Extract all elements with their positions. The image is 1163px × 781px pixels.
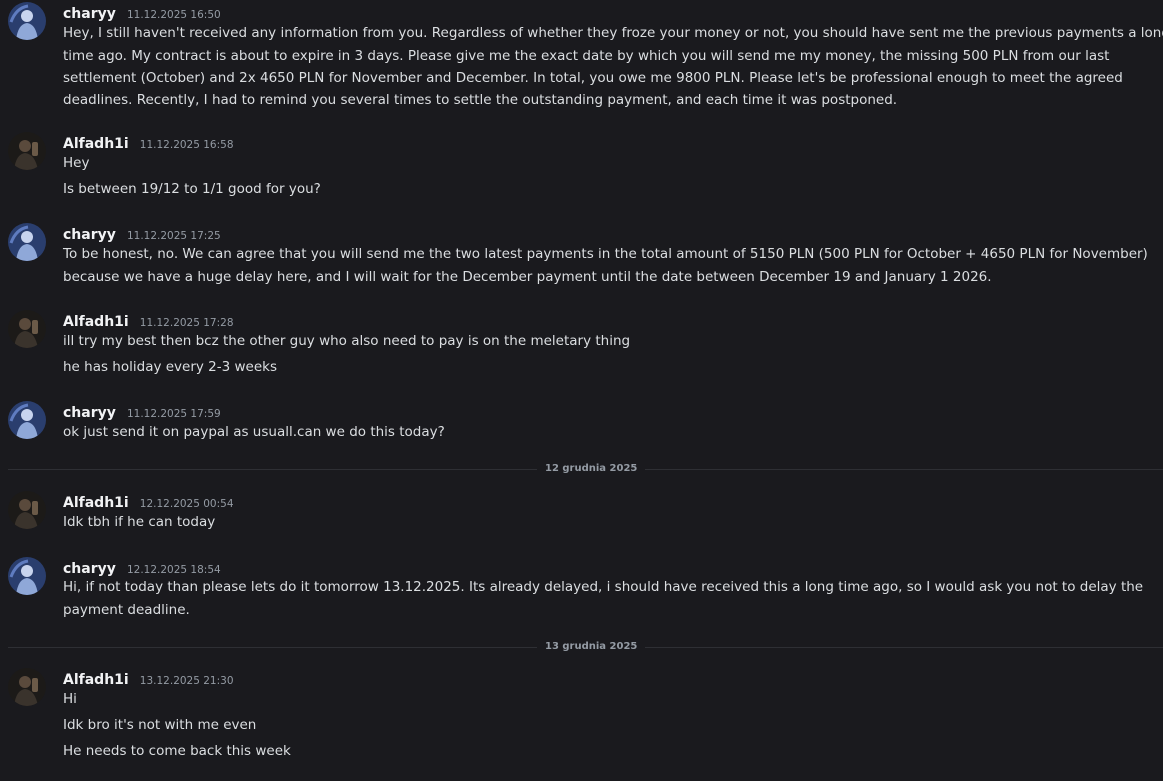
username[interactable]: charyy [63, 561, 116, 577]
message-text: payment deadline. [63, 602, 190, 618]
timestamp: 11.12.2025 17:28 [139, 317, 234, 329]
username[interactable]: charyy [63, 405, 116, 421]
message-group: Alfadh1i 11.12.2025 17:28 ill try my bes… [0, 310, 1163, 380]
chat-log: charyy 11.12.2025 16:50 Hey, I still hav… [0, 0, 1163, 781]
timestamp: 11.12.2025 17:59 [126, 408, 221, 420]
message-text: Hi [63, 691, 77, 707]
message-text: Hey [63, 155, 90, 171]
timestamp: 11.12.2025 17:25 [126, 230, 221, 242]
message-group: charyy 12.12.2025 18:54 Hi, if not today… [0, 557, 1163, 627]
timestamp: 11.12.2025 16:58 [139, 139, 234, 151]
message-text: deadlines. Recently, I had to remind you… [63, 92, 898, 108]
message-group: charyy 11.12.2025 17:25 To be honest, no… [0, 223, 1163, 293]
message-text: To be honest, no. We can agree that you … [63, 246, 1148, 262]
message-text: Hey, I still haven't received any inform… [63, 25, 1163, 41]
avatar-icon[interactable] [8, 223, 46, 261]
avatar-icon[interactable] [8, 401, 46, 439]
message-text: he has holiday every 2-3 weeks [63, 359, 278, 375]
message-text: time ago. My contract is about to expire… [63, 48, 1110, 64]
avatar-icon[interactable] [8, 132, 46, 170]
message-text: ill try my best then bcz the other guy w… [63, 333, 631, 349]
message-text: Is between 19/12 to 1/1 good for you? [63, 181, 321, 197]
message-text: ok just send it on paypal as usuall.can … [63, 424, 445, 440]
message-group: charyy 11.12.2025 16:50 Hey, I still hav… [0, 2, 1163, 112]
username[interactable]: charyy [63, 227, 116, 243]
avatar-icon[interactable] [8, 2, 46, 40]
message-text: Idk bro it's not with me even [63, 717, 257, 733]
date-divider-label: 12 grudnia 2025 [537, 462, 646, 476]
message-group: charyy 11.12.2025 17:59 ok just send it … [0, 401, 1163, 447]
timestamp: 12.12.2025 00:54 [139, 498, 234, 510]
avatar-icon[interactable] [8, 668, 46, 706]
message-text: because we have a huge delay here, and I… [63, 269, 992, 285]
username[interactable]: Alfadh1i [63, 672, 129, 688]
date-divider-label: 13 grudnia 2025 [537, 640, 646, 654]
message-text: Idk tbh if he can today [63, 514, 216, 530]
timestamp: 11.12.2025 16:50 [126, 9, 221, 21]
username[interactable]: Alfadh1i [63, 495, 129, 511]
message-text: He needs to come back this week [63, 743, 291, 759]
username[interactable]: charyy [63, 6, 116, 22]
avatar-icon[interactable] [8, 557, 46, 595]
message-group: Alfadh1i 11.12.2025 16:58 Hey Is between… [0, 132, 1163, 202]
username[interactable]: Alfadh1i [63, 136, 129, 152]
message-group: Alfadh1i 13.12.2025 21:30 Hi Idk bro it'… [0, 668, 1163, 778]
timestamp: 13.12.2025 21:30 [139, 675, 234, 687]
message-group: Alfadh1i 12.12.2025 00:54 Idk tbh if he … [0, 491, 1163, 537]
timestamp: 12.12.2025 18:54 [126, 564, 221, 576]
message-text: settlement (October) and 2x 4650 PLN for… [63, 70, 1123, 86]
message-text: Hi, if not today than please lets do it … [63, 579, 1144, 595]
avatar-icon[interactable] [8, 491, 46, 529]
avatar-icon[interactable] [8, 310, 46, 348]
username[interactable]: Alfadh1i [63, 314, 129, 330]
